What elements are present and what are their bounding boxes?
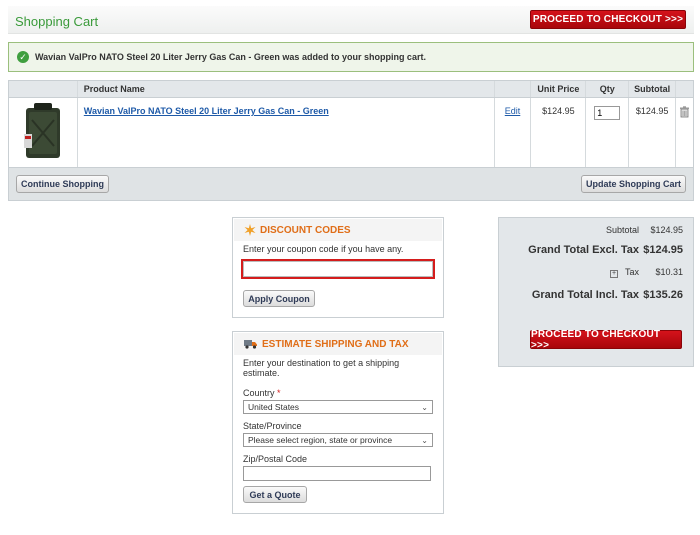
cart-table-header: Product Name Unit Price Qty Subtotal	[9, 81, 693, 98]
product-image-cell	[9, 98, 78, 167]
success-message-text: Wavian ValPro NATO Steel 20 Liter Jerry …	[35, 52, 426, 62]
page-header: Shopping Cart PROCEED TO CHECKOUT >>>	[8, 6, 694, 34]
grand-total-excl-label: Grand Total Excl. Tax	[528, 244, 639, 256]
tax-label-wrap[interactable]: + Tax	[609, 267, 639, 278]
product-name-link[interactable]: Wavian ValPro NATO Steel 20 Liter Jerry …	[84, 106, 329, 116]
remove-cell	[676, 98, 693, 167]
grand-total-incl-row: Grand Total Incl. Tax $135.26	[499, 289, 695, 301]
edit-cell: Edit	[495, 98, 532, 167]
state-select-value: Please select region, state or province	[248, 435, 393, 445]
coupon-input-wrapper	[241, 259, 435, 279]
discount-codes-description: Enter your coupon code if you have any.	[243, 244, 404, 254]
success-message: ✓ Wavian ValPro NATO Steel 20 Liter Jerr…	[8, 42, 694, 72]
subtotal-cell: $124.95	[629, 98, 677, 167]
country-label: Country *	[243, 388, 433, 398]
column-header-product-name: Product Name	[78, 81, 495, 97]
product-name-cell: Wavian ValPro NATO Steel 20 Liter Jerry …	[78, 98, 495, 167]
column-header-unit-price: Unit Price	[531, 81, 587, 97]
zip-postal-code-input[interactable]	[243, 466, 431, 481]
check-icon: ✓	[17, 51, 29, 63]
cart-table: Product Name Unit Price Qty Subtotal Wav…	[8, 80, 694, 201]
trash-icon[interactable]	[679, 106, 690, 118]
cart-table-footer: Continue Shopping Update Shopping Cart	[9, 167, 693, 200]
estimate-shipping-header: ESTIMATE SHIPPING AND TAX	[234, 333, 442, 355]
subtotal-label: Subtotal	[605, 225, 639, 235]
discount-star-icon	[244, 224, 256, 236]
plus-box-icon[interactable]: +	[609, 270, 618, 278]
grand-total-excl-value: $124.95	[643, 244, 683, 256]
get-a-quote-button[interactable]: Get a Quote	[243, 486, 307, 503]
estimate-shipping-title: ESTIMATE SHIPPING AND TAX	[262, 338, 409, 350]
required-marker: *	[277, 388, 281, 398]
zip-label: Zip/Postal Code	[243, 454, 308, 464]
unit-price-value: $124.95	[542, 106, 575, 116]
discount-codes-box: DISCOUNT CODES Enter your coupon code if…	[232, 217, 444, 318]
country-select-value: United States	[248, 402, 300, 412]
truck-icon	[244, 340, 257, 349]
unit-price-cell: $124.95	[531, 98, 587, 167]
update-shopping-cart-button[interactable]: Update Shopping Cart	[581, 175, 686, 193]
column-header-edit	[495, 81, 532, 97]
tax-label: Tax	[624, 267, 639, 277]
apply-coupon-button[interactable]: Apply Coupon	[243, 290, 315, 307]
qty-input[interactable]	[594, 106, 621, 120]
country-label-text: Country	[243, 388, 275, 398]
grand-total-excl-row: Grand Total Excl. Tax $124.95	[499, 244, 695, 256]
chevron-down-icon: ⌄	[421, 435, 428, 445]
subtotal-row: Subtotal $124.95	[499, 225, 695, 235]
gas-can-image[interactable]	[20, 102, 66, 162]
state-select[interactable]: Please select region, state or province …	[243, 433, 433, 447]
row-subtotal-value: $124.95	[635, 106, 669, 116]
estimate-shipping-box: ESTIMATE SHIPPING AND TAX Enter your des…	[232, 331, 444, 514]
discount-codes-header: DISCOUNT CODES	[234, 219, 442, 241]
column-header-remove	[676, 81, 693, 97]
state-label: State/Province	[243, 421, 302, 431]
proceed-to-checkout-button-top[interactable]: PROCEED TO CHECKOUT >>>	[530, 10, 686, 29]
page-title: Shopping Cart	[15, 14, 99, 29]
qty-cell	[586, 98, 630, 167]
chevron-down-icon: ⌄	[421, 402, 428, 412]
column-header-image	[9, 81, 78, 97]
table-row: Wavian ValPro NATO Steel 20 Liter Jerry …	[9, 98, 693, 167]
continue-shopping-button[interactable]: Continue Shopping	[16, 175, 109, 193]
column-header-subtotal: Subtotal	[629, 81, 677, 97]
column-header-qty: Qty	[586, 81, 630, 97]
cart-totals-box: Subtotal $124.95 Grand Total Excl. Tax $…	[498, 217, 694, 367]
proceed-to-checkout-button-bottom[interactable]: PROCEED TO CHECKOUT >>>	[530, 329, 682, 351]
discount-codes-title: DISCOUNT CODES	[260, 224, 351, 236]
grand-total-incl-label: Grand Total Incl. Tax	[531, 289, 639, 301]
tax-value: $10.31	[655, 267, 683, 277]
estimate-shipping-description: Enter your destination to get a shipping…	[243, 358, 400, 378]
tax-row: + Tax $10.31	[499, 267, 695, 278]
subtotal-value: $124.95	[650, 225, 683, 235]
coupon-code-input[interactable]	[243, 261, 433, 277]
country-select[interactable]: United States ⌄	[243, 400, 433, 414]
edit-item-link[interactable]: Edit	[505, 106, 521, 116]
grand-total-incl-value: $135.26	[643, 289, 683, 301]
